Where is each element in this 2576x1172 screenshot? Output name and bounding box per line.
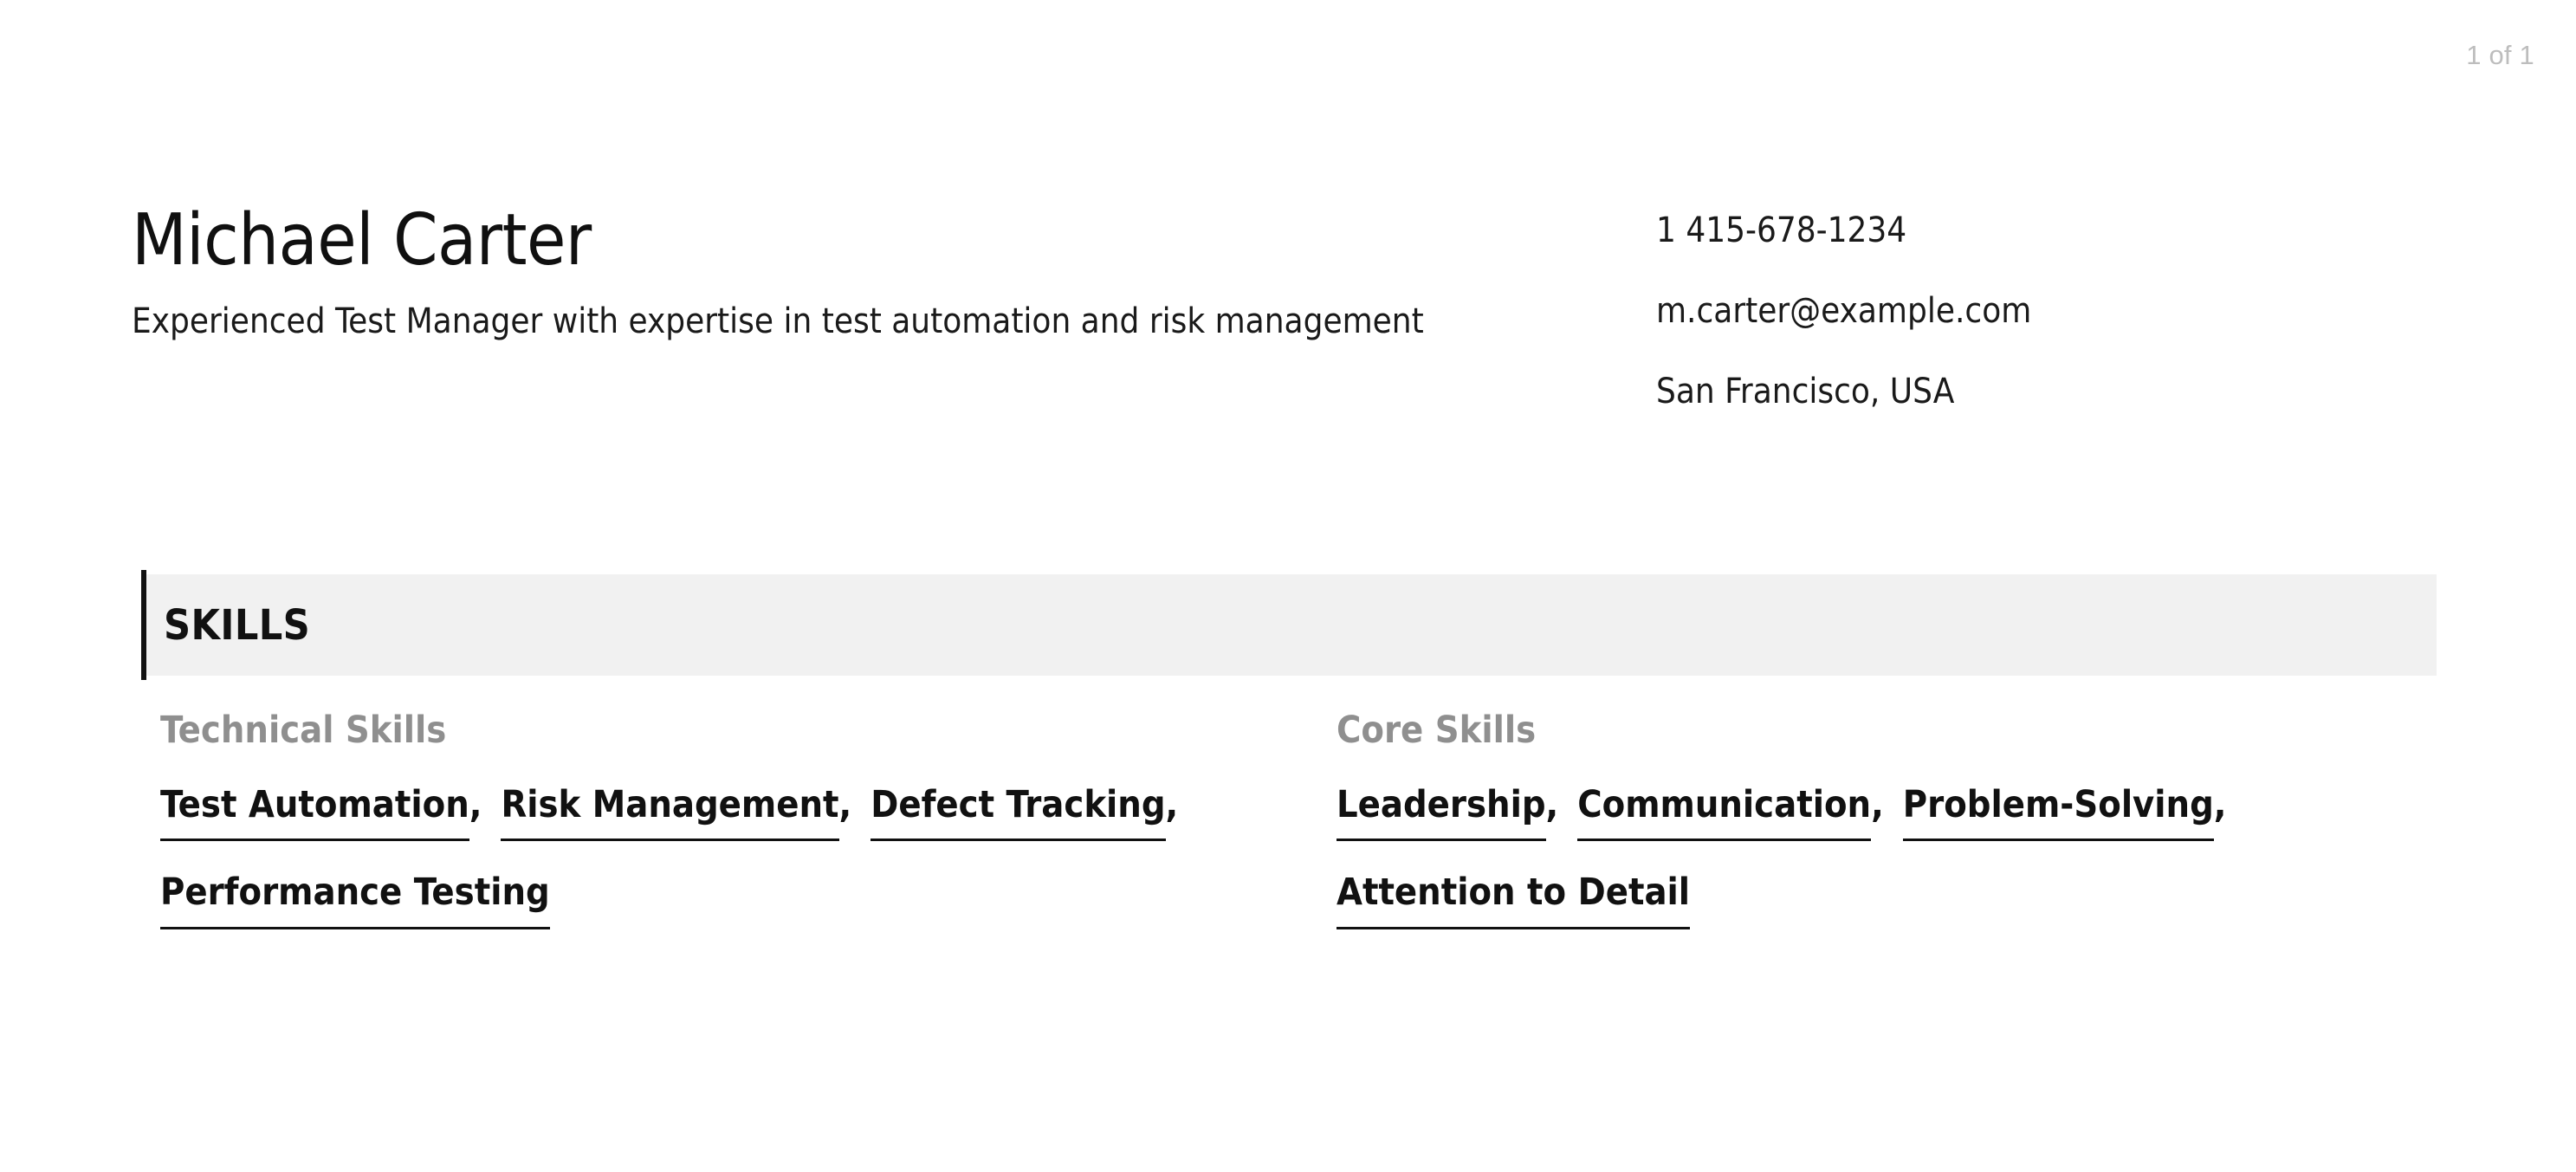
skill-item: Leadership, bbox=[1337, 783, 1559, 842]
skill-label: Test Automation bbox=[160, 785, 469, 842]
skills-group-core: Core Skills Leadership, Communication, Pro… bbox=[1337, 712, 2513, 961]
skill-separator: , bbox=[1165, 783, 1179, 826]
resume-header: Michael Carter Experienced Test Manager … bbox=[132, 204, 2444, 409]
skill-label: Communication bbox=[1577, 785, 1872, 842]
skill-label: Attention to Detail bbox=[1337, 872, 1691, 929]
skill-item: Test Automation, bbox=[160, 783, 482, 842]
contact-phone: 1 415-678-1234 bbox=[1656, 210, 1907, 250]
page-indicator: 1 of 1 bbox=[2466, 40, 2534, 70]
skill-separator: , bbox=[838, 783, 852, 826]
skill-label: Performance Testing bbox=[160, 872, 550, 929]
skills-group-technical: Technical Skills Test Automation, Risk Ma… bbox=[160, 712, 1337, 961]
contact-email: m.carter@example.com bbox=[1656, 291, 2032, 331]
skills-subheading: Core Skills bbox=[1337, 709, 1537, 752]
skills-section: SKILLS Technical Skills Test Automation,… bbox=[141, 570, 2437, 961]
skill-label: Leadership bbox=[1337, 785, 1546, 842]
section-title: SKILLS bbox=[164, 600, 311, 650]
skills-list: Leadership, Communication, Problem-Solving… bbox=[1337, 785, 2419, 961]
skill-label: Problem-Solving bbox=[1902, 785, 2214, 842]
identity-block: Michael Carter Experienced Test Manager … bbox=[132, 204, 1656, 346]
skill-separator: , bbox=[2213, 783, 2227, 826]
skill-label: Defect Tracking bbox=[871, 785, 1166, 842]
skill-item: Defect Tracking, bbox=[871, 783, 1179, 842]
skill-item: Problem-Solving, bbox=[1902, 783, 2227, 842]
skill-item: Attention to Detail bbox=[1337, 872, 1691, 929]
section-header-band: SKILLS bbox=[141, 570, 2437, 680]
resume-page: 1 of 1 Michael Carter Experienced Test M… bbox=[0, 0, 2576, 1172]
skill-separator: , bbox=[1545, 783, 1559, 826]
skills-list: Test Automation, Risk Management, Defect T… bbox=[160, 785, 1243, 961]
skills-columns: Technical Skills Test Automation, Risk Ma… bbox=[141, 712, 2437, 961]
professional-headline: Experienced Test Manager with expertise … bbox=[132, 301, 1424, 341]
skill-item: Risk Management, bbox=[501, 783, 852, 842]
skill-item: Performance Testing bbox=[160, 872, 550, 929]
candidate-name: Michael Carter bbox=[132, 199, 592, 282]
skills-subheading: Technical Skills bbox=[160, 709, 447, 752]
contact-block: 1 415-678-1234 m.carter@example.com San … bbox=[1656, 204, 2444, 409]
skill-label: Risk Management bbox=[501, 785, 839, 842]
skill-separator: , bbox=[1871, 783, 1884, 826]
skill-separator: , bbox=[469, 783, 482, 826]
section-accent-bar bbox=[141, 570, 146, 680]
skill-item: Communication, bbox=[1577, 783, 1884, 842]
contact-location: San Francisco, USA bbox=[1656, 372, 1955, 411]
